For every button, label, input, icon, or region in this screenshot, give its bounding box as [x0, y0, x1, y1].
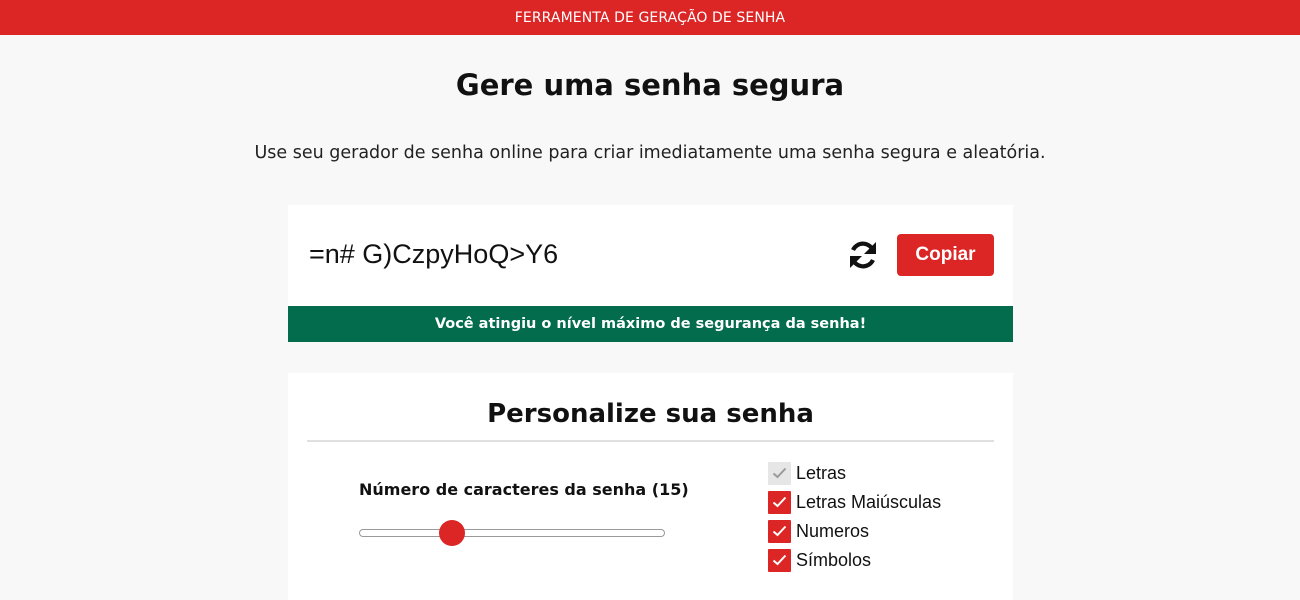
check-icon [772, 554, 787, 566]
uppercase-checkbox[interactable] [768, 490, 791, 514]
symbols-checkbox[interactable] [768, 548, 791, 572]
copy-button[interactable]: Copiar [897, 234, 994, 276]
length-slider-thumb[interactable] [439, 520, 465, 546]
page-title: Gere uma senha segura [455, 68, 845, 102]
length-label: Número de caracteres da senha (15) [359, 480, 689, 499]
customize-card: Personalize sua senha Número de caracter… [288, 373, 1013, 600]
option-uppercase[interactable]: Letras Maiúsculas [768, 489, 941, 515]
divider [307, 440, 994, 442]
page-subtitle: Use seu gerador de senha online para cri… [254, 143, 1046, 163]
option-numbers[interactable]: Numeros [768, 518, 869, 544]
option-label: Letras Maiúsculas [796, 491, 942, 512]
refresh-icon[interactable] [846, 238, 880, 272]
option-symbols[interactable]: Símbolos [768, 547, 871, 573]
check-icon [772, 496, 787, 508]
banner-text: FERRAMENTA DE GERAÇÃO DE SENHA [514, 9, 786, 26]
option-label: Numeros [796, 520, 870, 541]
check-icon [772, 467, 787, 479]
option-label: Letras [796, 462, 847, 483]
generated-password[interactable]: =n# G)CzpyHoQ>Y6 [309, 239, 558, 270]
strength-message: Você atingiu o nível máximo de segurança… [434, 316, 867, 332]
customize-title: Personalize sua senha [487, 399, 814, 429]
top-banner: FERRAMENTA DE GERAÇÃO DE SENHA [0, 0, 1300, 35]
strength-banner: Você atingiu o nível máximo de segurança… [288, 306, 1013, 342]
letters-checkbox[interactable] [768, 461, 791, 485]
numbers-checkbox[interactable] [768, 519, 791, 543]
option-label: Símbolos [796, 549, 872, 570]
option-letters[interactable]: Letras [768, 460, 846, 486]
length-slider-track[interactable] [359, 529, 665, 537]
password-card: =n# G)CzpyHoQ>Y6 Copiar [288, 205, 1013, 306]
check-icon [772, 525, 787, 537]
